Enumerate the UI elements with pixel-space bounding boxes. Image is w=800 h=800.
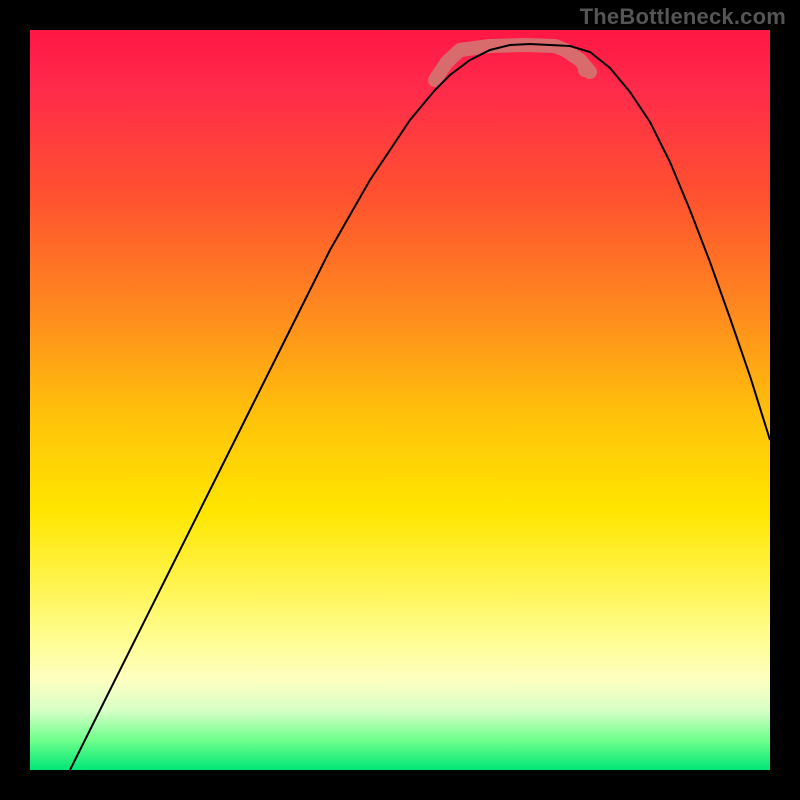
bottleneck-curve: [70, 44, 770, 770]
plot-area: [30, 30, 770, 770]
curve-svg: [30, 30, 770, 770]
optimum-marker-path: [435, 45, 590, 80]
optimum-marker-dot: [578, 63, 592, 77]
optimum-marker-band: [435, 45, 592, 80]
chart-frame: TheBottleneck.com: [0, 0, 800, 800]
watermark-label: TheBottleneck.com: [580, 4, 786, 30]
